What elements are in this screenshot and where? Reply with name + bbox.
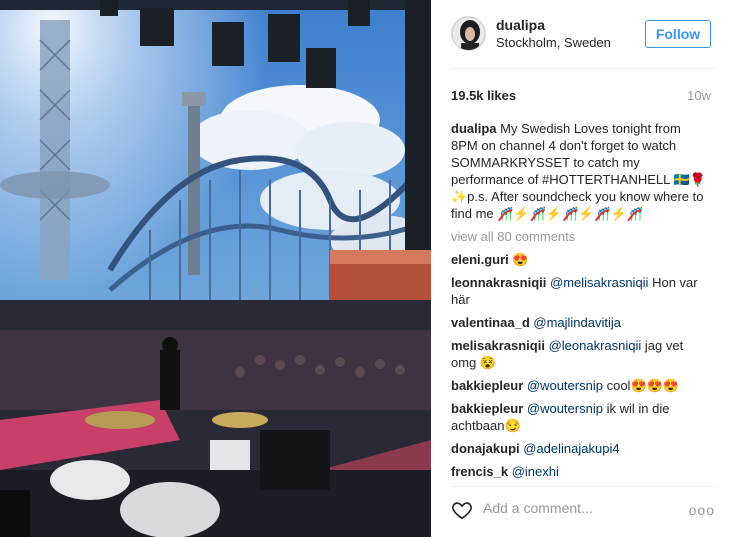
- comment-username[interactable]: melisakrasniqii: [451, 338, 545, 353]
- comment-username[interactable]: valentinaa_d: [451, 315, 530, 330]
- comment-mention[interactable]: @inexhi: [512, 464, 559, 479]
- avatar-image: [452, 17, 485, 50]
- post-sidebar: dualipa Stockholm, Sweden Follow 19.5k l…: [431, 0, 731, 537]
- comment-username[interactable]: frencis_k: [451, 464, 508, 479]
- follow-button[interactable]: Follow: [645, 20, 711, 48]
- comment-item: bakkiepleur @woutersnip cool😍😍😍: [451, 377, 711, 394]
- avatar[interactable]: [451, 16, 486, 51]
- comment-text: cool😍😍😍: [606, 378, 680, 393]
- comment-username[interactable]: donajakupi: [451, 441, 520, 456]
- post-photo[interactable]: [0, 0, 431, 537]
- comment-mention[interactable]: @adelinajakupi4: [523, 441, 619, 456]
- comment-username[interactable]: leonnakrasniqii: [451, 275, 546, 290]
- caption-text: My Swedish Loves tonight from 8PM on cha…: [451, 121, 706, 221]
- comment-username[interactable]: bakkiepleur: [451, 378, 523, 393]
- comment-mention[interactable]: @woutersnip: [527, 378, 603, 393]
- comment-username[interactable]: eleni.guri: [451, 252, 509, 267]
- comment-mention[interactable]: @melisakrasniqii: [550, 275, 648, 290]
- comment-item: melisakrasniqii @leonakrasniqii jag vet …: [451, 337, 711, 371]
- comment-mention[interactable]: @leonakrasniqii: [549, 338, 642, 353]
- heart-icon[interactable]: [451, 499, 473, 521]
- comment-item: frencis_k @inexhi: [451, 463, 711, 480]
- comment-item: eleni.guri 😍: [451, 251, 711, 268]
- comment-item: leonnakrasniqii @melisakrasniqii Hon var…: [451, 274, 711, 308]
- likes-count[interactable]: 19.5k likes: [451, 88, 516, 103]
- instagram-post: dualipa Stockholm, Sweden Follow 19.5k l…: [0, 0, 731, 537]
- comment-mention[interactable]: @woutersnip: [527, 401, 603, 416]
- add-comment-input[interactable]: Add a comment...: [483, 500, 593, 516]
- comment-item: valentinaa_d @majlindavitija: [451, 314, 711, 331]
- comments-section: dualipa My Swedish Loves tonight from 8P…: [451, 120, 711, 486]
- post-username[interactable]: dualipa: [496, 17, 545, 33]
- post-time: 10w: [687, 88, 711, 103]
- comment-username[interactable]: bakkiepleur: [451, 401, 523, 416]
- comment-mention[interactable]: @majlindavitija: [533, 315, 621, 330]
- caption-username[interactable]: dualipa: [451, 121, 497, 136]
- concert-stage-photo: [0, 0, 431, 537]
- post-header: dualipa Stockholm, Sweden Follow: [451, 0, 715, 69]
- comment-text: 😍: [512, 252, 529, 267]
- more-options-icon[interactable]: ooo: [689, 502, 715, 518]
- comment-item: bakkiepleur @woutersnip ik wil in die ac…: [451, 400, 711, 434]
- comment-item: donajakupi @adelinajakupi4: [451, 440, 711, 457]
- comment-bar: Add a comment... ooo: [451, 486, 715, 537]
- caption: dualipa My Swedish Loves tonight from 8P…: [451, 120, 711, 222]
- post-location[interactable]: Stockholm, Sweden: [496, 35, 611, 50]
- view-all-comments-link[interactable]: view all 80 comments: [451, 228, 711, 245]
